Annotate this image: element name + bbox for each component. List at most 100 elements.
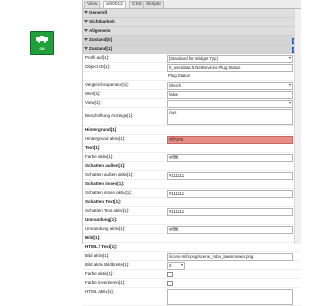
panel-scrollbar[interactable] bbox=[294, 9, 301, 244]
row-html-text: HTML / Text[1]: bbox=[83, 243, 301, 252]
chevron-down-icon bbox=[289, 102, 291, 104]
field-label: Farbe invertieren[1]: bbox=[85, 280, 126, 285]
field-label: Beschriftung Anzeige[1]: bbox=[85, 113, 134, 118]
row-umrandung: Umrandung[1]: bbox=[83, 216, 301, 225]
farbe-aktiv-input[interactable]: #ffffff bbox=[167, 154, 293, 162]
section-label: Schatten Text[1]: bbox=[85, 199, 122, 204]
group-zustand-0[interactable]: Zustand[0] bbox=[83, 36, 301, 45]
row-bildbreite: Bild aktiv Bildbreite[1]: 0 bbox=[83, 261, 301, 270]
field-label: Wert[1]: bbox=[85, 91, 101, 96]
umrandung-aktiv-input[interactable]: #ffffff bbox=[167, 226, 293, 234]
expand-icon bbox=[84, 11, 88, 14]
field-label: Profil auf[1]: bbox=[85, 55, 110, 60]
farbe-aktiv-checkbox[interactable] bbox=[167, 271, 173, 277]
row-farbe-invertieren: Farbe invertieren[1]: bbox=[83, 279, 301, 288]
section-label: Bild[1]: bbox=[85, 235, 101, 240]
tab-skripte[interactable]: Skripte bbox=[143, 1, 164, 8]
html-aktiv-textarea[interactable] bbox=[167, 289, 293, 305]
field-label: Vergleichsoperator[1]: bbox=[85, 82, 129, 87]
field-label: Bild aktiv Bildbreite[1]: bbox=[85, 262, 130, 267]
group-label: Allgemein bbox=[89, 28, 111, 33]
group-sichtbarkeit[interactable]: Sichtbarkeit bbox=[83, 18, 301, 27]
object-name: Plug.Status bbox=[168, 73, 190, 78]
group-label: Generell bbox=[89, 10, 108, 15]
field-label: Hintergrund aktiv[1]: bbox=[85, 136, 126, 141]
chevron-down-icon bbox=[289, 57, 291, 59]
section-label: Hintergrund[1] bbox=[85, 127, 117, 132]
row-bild-aktiv: Bild aktiv[1]: /icons-mfd-png/scene_robo… bbox=[83, 252, 301, 261]
section-label: Umrandung[1]: bbox=[85, 217, 118, 222]
group-label: Sichtbarkeit bbox=[89, 19, 115, 24]
field-label: Schatten Text aktiv[1]: bbox=[85, 208, 129, 213]
row-farbe-aktiv-2: Farbe aktiv[1]: bbox=[83, 270, 301, 279]
row-view: View[1]: bbox=[83, 99, 301, 108]
field-label: HTML aktiv[1]: bbox=[85, 289, 114, 294]
properties-panel: View w00012 CSS Skripte Generell Sichtba… bbox=[82, 0, 301, 306]
expand-icon bbox=[84, 29, 88, 32]
field-label: Schatten innen aktiv[1]: bbox=[85, 190, 132, 195]
robot-mower-icon bbox=[36, 36, 48, 43]
expand-icon bbox=[84, 38, 88, 41]
canvas-area: ON bbox=[0, 0, 82, 244]
row-schatten-innen: Schatten innen[1]: bbox=[83, 180, 301, 189]
object-id-input[interactable]: 0_userdata.0.NetDevices.Plug.Status bbox=[167, 64, 293, 72]
row-schatten-text: Schatten Text[1]: bbox=[83, 198, 301, 207]
view-select[interactable] bbox=[167, 100, 293, 108]
select-value: Gleich bbox=[169, 83, 182, 88]
section-label: HTML / Text[1]: bbox=[85, 244, 118, 249]
expand-icon bbox=[84, 47, 88, 50]
group-label: Zustand[1] bbox=[89, 46, 112, 51]
tab-widget[interactable]: w00012 bbox=[103, 1, 126, 8]
tab-view[interactable]: View bbox=[84, 1, 101, 8]
row-text: Text[1] bbox=[83, 144, 301, 153]
row-beschriftung: Beschriftung Anzeige[1]: Aus bbox=[83, 108, 301, 126]
field-label: Farbe aktiv[1]: bbox=[85, 154, 114, 159]
row-schatten-text-aktiv: Schatten Text aktiv[1]: #111111 bbox=[83, 207, 301, 216]
section-label: Text[1] bbox=[85, 145, 100, 150]
row-hintergrund: Hintergrund[1] bbox=[83, 126, 301, 135]
profil-select[interactable]: [Standard für Widget Typ] bbox=[167, 55, 293, 63]
chevron-down-icon bbox=[289, 84, 291, 86]
row-object-id: Object ID[1]: 0_userdata.0.NetDevices.Pl… bbox=[83, 63, 301, 72]
chevron-down-icon bbox=[181, 264, 183, 266]
group-zustand-1[interactable]: Zustand[1] bbox=[83, 45, 301, 54]
hintergrund-aktiv-input[interactable]: #ff7d75 bbox=[167, 136, 293, 144]
field-label: Object ID[1]: bbox=[85, 64, 111, 69]
select-value: [Standard für Widget Typ] bbox=[169, 56, 218, 61]
widget-label: ON bbox=[39, 47, 45, 51]
compare-select[interactable]: Gleich bbox=[167, 82, 293, 90]
row-compare: Vergleichsoperator[1]: Gleich bbox=[83, 81, 301, 90]
select-value: 0 bbox=[169, 263, 172, 268]
row-hintergrund-aktiv: Hintergrund aktiv[1]: #ff7d75 bbox=[83, 135, 301, 144]
group-generell[interactable]: Generell bbox=[83, 9, 301, 18]
row-object-name: Plug.Status bbox=[83, 72, 301, 81]
field-label: Schatten außen aktiv[1]: bbox=[85, 172, 134, 177]
beschriftung-textarea[interactable]: Aus bbox=[167, 109, 293, 125]
bildbreite-input[interactable]: 0 bbox=[167, 262, 185, 270]
row-html-aktiv: HTML aktiv[1]: bbox=[83, 288, 301, 306]
section-label: Schatten innen[1]: bbox=[85, 181, 125, 186]
row-umrandung-aktiv: Umrandung aktiv[1]: #ffffff bbox=[83, 225, 301, 234]
farbe-invertieren-checkbox[interactable] bbox=[167, 280, 173, 286]
row-schatten-innen-aktiv: Schatten innen aktiv[1]: #111111 bbox=[83, 189, 301, 198]
row-profil: Profil auf[1]: [Standard für Widget Typ] bbox=[83, 54, 301, 63]
section-label: Schatten außen[1]: bbox=[85, 163, 126, 168]
row-farbe-aktiv: Farbe aktiv[1]: #ffffff bbox=[83, 153, 301, 162]
wert-input[interactable]: false bbox=[167, 91, 293, 99]
schatten-text-aktiv-input[interactable]: #111111 bbox=[167, 208, 293, 216]
field-label: Umrandung aktiv[1]: bbox=[85, 226, 126, 231]
row-bild: Bild[1]: bbox=[83, 234, 301, 243]
field-label: Farbe aktiv[1]: bbox=[85, 271, 114, 276]
field-label: Bild aktiv[1]: bbox=[85, 253, 110, 258]
row-schatten-aussen-aktiv: Schatten außen aktiv[1]: #111111 bbox=[83, 171, 301, 180]
schatten-aussen-aktiv-input[interactable]: #111111 bbox=[167, 172, 293, 180]
widget-on-button[interactable]: ON bbox=[30, 31, 54, 55]
property-list: Generell Sichtbarkeit Allgemein Zustand[… bbox=[83, 9, 301, 306]
group-allgemein[interactable]: Allgemein bbox=[83, 27, 301, 36]
field-label: View[1]: bbox=[85, 100, 101, 105]
schatten-innen-aktiv-input[interactable]: #111111 bbox=[167, 190, 293, 198]
tab-bar: View w00012 CSS Skripte bbox=[83, 0, 301, 9]
row-schatten-aussen: Schatten außen[1]: bbox=[83, 162, 301, 171]
bild-aktiv-input[interactable]: /icons-mfd-png/scene_robo_lawnmower.png bbox=[167, 253, 293, 261]
row-wert: Wert[1]: false bbox=[83, 90, 301, 99]
